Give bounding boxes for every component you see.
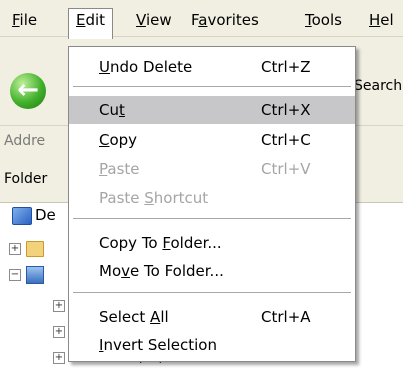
tree-item-desktop[interactable]: De (35, 206, 56, 224)
computer-icon (26, 266, 44, 284)
menu-separator (73, 86, 351, 87)
search-button-label[interactable]: Search (354, 78, 402, 94)
menu-separator (73, 218, 351, 219)
expand-icon[interactable]: + (53, 300, 65, 312)
menu-item-cut[interactable]: Cut Ctrl+X (69, 96, 355, 124)
expand-icon[interactable]: + (53, 352, 65, 364)
shortcut-label: Ctrl+V (261, 160, 311, 178)
menu-separator (73, 292, 351, 293)
shortcut-label: Ctrl+Z (261, 58, 311, 76)
menu-favorites[interactable]: Favorites (184, 9, 266, 31)
menu-item-select-all[interactable]: Select All Ctrl+A (69, 303, 355, 331)
menu-item-copy-to-folder[interactable]: Copy To Folder... (69, 229, 355, 257)
shortcut-label: Ctrl+X (261, 101, 311, 119)
menu-item-paste-shortcut[interactable]: Paste Shortcut (69, 184, 355, 212)
folder-icon (26, 241, 44, 257)
menu-help[interactable]: Hel (362, 9, 401, 31)
expand-icon[interactable]: + (53, 326, 65, 338)
folders-label: Folder (4, 171, 48, 187)
menu-edit[interactable]: Edit (68, 8, 114, 39)
menu-view[interactable]: View (129, 9, 179, 31)
menu-item-invert-selection[interactable]: Invert Selection (69, 331, 355, 359)
edit-menu: Undo Delete Ctrl+Z Cut Ctrl+X Copy Ctrl+… (68, 46, 356, 362)
menu-item-paste[interactable]: Paste Ctrl+V (69, 155, 355, 183)
collapse-icon[interactable]: − (9, 269, 21, 281)
desktop-icon (12, 207, 32, 225)
back-arrow-icon[interactable] (10, 73, 46, 109)
menu-item-copy[interactable]: Copy Ctrl+C (69, 126, 355, 154)
menu-bar: File Edit View Favorites Tools Hel (0, 0, 403, 39)
menu-tools[interactable]: Tools (298, 9, 349, 31)
menu-item-undo-delete[interactable]: Undo Delete Ctrl+Z (69, 53, 355, 81)
address-label: Addre (4, 133, 46, 149)
menu-file[interactable]: File (5, 9, 44, 31)
shortcut-label: Ctrl+A (261, 308, 311, 326)
menu-item-move-to-folder[interactable]: Move To Folder... (69, 257, 355, 285)
expand-icon[interactable]: + (9, 243, 21, 255)
shortcut-label: Ctrl+C (261, 131, 311, 149)
